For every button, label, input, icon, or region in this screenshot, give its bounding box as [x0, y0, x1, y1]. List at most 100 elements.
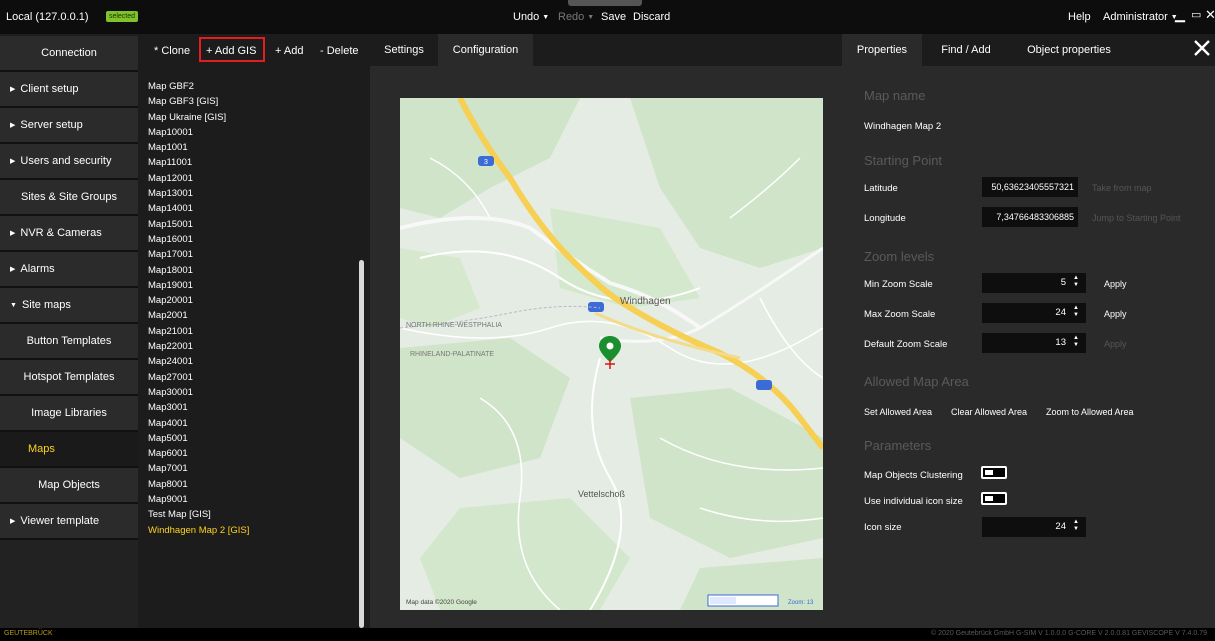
stepper-arrows-icon[interactable]: ▲ ▼	[1073, 305, 1079, 319]
expand-arrow-icon: ▶	[10, 122, 16, 129]
clustering-toggle[interactable]	[981, 466, 1007, 479]
latitude-input[interactable]: 50,63623405557321	[982, 177, 1078, 197]
nav-maps[interactable]: Maps	[0, 432, 138, 468]
nav-users-security[interactable]: ▶ Users and security	[0, 144, 138, 180]
list-item[interactable]: Map21001	[148, 326, 358, 341]
nav-server-setup[interactable]: ▶ Server setup	[0, 108, 138, 144]
maximize-icon[interactable]: ▭	[1191, 8, 1201, 22]
list-item[interactable]: Test Map [GIS]	[148, 509, 358, 524]
tab-object-properties[interactable]: Object properties	[1010, 34, 1128, 66]
undo-button[interactable]: Undo ▼	[513, 11, 549, 23]
add-gis-button[interactable]: + Add GIS	[206, 45, 256, 57]
list-item[interactable]: Map7001	[148, 463, 358, 478]
list-item[interactable]: Windhagen Map 2 [GIS]	[148, 525, 358, 540]
list-item[interactable]: Map GBF3 [GIS]	[148, 96, 358, 111]
map-town-label: Windhagen	[620, 296, 671, 307]
default-zoom-stepper[interactable]: 13 ▲ ▼	[982, 333, 1086, 353]
list-item[interactable]: Map GBF2	[148, 81, 358, 96]
nav-alarms[interactable]: ▶ Alarms	[0, 252, 138, 288]
list-item[interactable]: Map2001	[148, 310, 358, 325]
list-item[interactable]: Map12001	[148, 173, 358, 188]
scrollbar-thumb[interactable]	[359, 260, 364, 628]
list-item[interactable]: Map6001	[148, 448, 358, 463]
close-window-icon[interactable]: ✕	[1205, 8, 1215, 22]
tab-properties[interactable]: Properties	[842, 34, 922, 66]
window-drag-handle[interactable]	[568, 0, 642, 6]
nav-image-libraries[interactable]: Image Libraries	[0, 396, 138, 432]
collapse-arrow-icon: ▼	[10, 301, 17, 309]
jump-to-start-button[interactable]: Jump to Starting Point	[1092, 213, 1181, 223]
apply-default-zoom-button[interactable]: Apply	[1104, 339, 1127, 349]
nav-site-maps[interactable]: ▼ Site maps	[0, 288, 138, 324]
nav-button-templates[interactable]: Button Templates	[0, 324, 138, 360]
icon-size-toggle[interactable]	[981, 492, 1007, 505]
list-item[interactable]: Map30001	[148, 387, 358, 402]
stepper-arrows-icon[interactable]: ▲ ▼	[1073, 519, 1079, 533]
stepper-arrows-icon[interactable]: ▲ ▼	[1073, 275, 1079, 289]
map-view[interactable]: 3 Windhagen NORTH RHINE-WESTPHALIA RHINE…	[400, 98, 823, 610]
map-list-panel: * Clone + Add GIS + Add - Delete Map GBF…	[138, 34, 370, 628]
zoom-allowed-area-button[interactable]: Zoom to Allowed Area	[1046, 407, 1134, 417]
longitude-label: Longitude	[864, 213, 906, 224]
list-item[interactable]: Map18001	[148, 265, 358, 280]
right-tabs: Properties Find / Add Object properties	[842, 34, 1215, 66]
server-name[interactable]: Local (127.0.0.1)	[6, 11, 89, 23]
nav-label: Sites & Site Groups	[21, 191, 117, 203]
list-item[interactable]: Map24001	[148, 356, 358, 371]
apply-min-zoom-button[interactable]: Apply	[1104, 279, 1127, 289]
nav-map-objects[interactable]: Map Objects	[0, 468, 138, 504]
icon-size-label: Icon size	[864, 522, 902, 533]
user-menu[interactable]: Administrator ▼	[1103, 11, 1178, 23]
tab-find-add[interactable]: Find / Add	[922, 34, 1010, 66]
apply-max-zoom-button[interactable]: Apply	[1104, 309, 1127, 319]
nav-client-setup[interactable]: ▶ Client setup	[0, 72, 138, 108]
list-item[interactable]: Map5001	[148, 433, 358, 448]
take-from-map-button[interactable]: Take from map	[1092, 183, 1152, 193]
minimize-icon[interactable]: ▁	[1175, 8, 1185, 22]
list-item[interactable]: Map15001	[148, 219, 358, 234]
list-item[interactable]: Map Ukraine [GIS]	[148, 112, 358, 127]
nav-connection[interactable]: Connection	[0, 36, 138, 72]
toggle-knob	[985, 470, 993, 475]
list-item[interactable]: Map19001	[148, 280, 358, 295]
clear-allowed-area-button[interactable]: Clear Allowed Area	[951, 407, 1027, 417]
list-item[interactable]: Map9001	[148, 494, 358, 509]
max-zoom-stepper[interactable]: 24 ▲ ▼	[982, 303, 1086, 323]
set-allowed-area-button[interactable]: Set Allowed Area	[864, 407, 932, 417]
nav-hotspot-templates[interactable]: Hotspot Templates	[0, 360, 138, 396]
tab-configuration[interactable]: Configuration	[438, 34, 533, 66]
list-item[interactable]: Map17001	[148, 249, 358, 264]
list-item[interactable]: Map27001	[148, 372, 358, 387]
nav-viewer-template[interactable]: ▶ Viewer template	[0, 504, 138, 540]
tab-settings[interactable]: Settings	[370, 34, 438, 66]
list-item[interactable]: Map14001	[148, 203, 358, 218]
stepper-arrows-icon[interactable]: ▲ ▼	[1073, 335, 1079, 349]
list-item[interactable]: Map4001	[148, 418, 358, 433]
section-parameters: Parameters	[864, 438, 932, 453]
list-item[interactable]: Map22001	[148, 341, 358, 356]
list-item[interactable]: Map16001	[148, 234, 358, 249]
save-button[interactable]: Save	[601, 11, 626, 23]
redo-button[interactable]: Redo ▼	[558, 11, 594, 23]
list-item[interactable]: Map13001	[148, 188, 358, 203]
close-icon[interactable]	[1193, 39, 1211, 57]
min-zoom-label: Min Zoom Scale	[864, 279, 933, 290]
list-item[interactable]: Map1001	[148, 142, 358, 157]
list-item[interactable]: Map3001	[148, 402, 358, 417]
list-item[interactable]: Map8001	[148, 479, 358, 494]
nav-nvr-cameras[interactable]: ▶ NVR & Cameras	[0, 216, 138, 252]
nav-sites[interactable]: Sites & Site Groups	[0, 180, 138, 216]
help-button[interactable]: Help	[1068, 11, 1091, 23]
min-zoom-stepper[interactable]: 5 ▲ ▼	[982, 273, 1086, 293]
discard-button[interactable]: Discard	[633, 11, 670, 23]
clone-button[interactable]: * Clone	[154, 45, 190, 57]
icon-size-value: 24	[1055, 521, 1066, 532]
list-item[interactable]: Map11001	[148, 157, 358, 172]
list-item[interactable]: Map10001	[148, 127, 358, 142]
icon-size-stepper[interactable]: 24 ▲ ▼	[982, 517, 1086, 537]
add-button[interactable]: + Add	[275, 45, 303, 57]
expand-arrow-icon: ▶	[10, 266, 16, 273]
delete-button[interactable]: - Delete	[320, 45, 359, 57]
list-item[interactable]: Map20001	[148, 295, 358, 310]
longitude-input[interactable]: 7,34766483306885	[982, 207, 1078, 227]
